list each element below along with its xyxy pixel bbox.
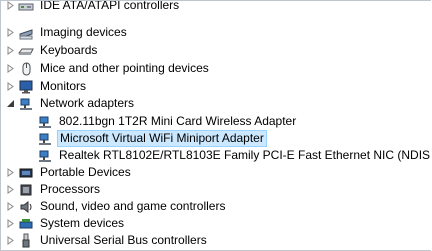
- expand-arrow-icon[interactable]: [6, 64, 15, 73]
- expand-arrow-icon[interactable]: [6, 219, 15, 228]
- tree-item-label: Portable Devices: [40, 165, 131, 179]
- tree-item-label: 802.11bgn 1T2R Mini Card Wireless Adapte…: [59, 114, 297, 128]
- expand-arrow-icon[interactable]: [6, 202, 15, 211]
- tree-item-processors[interactable]: Processors: [7, 181, 102, 198]
- tree-item-realtek-nic[interactable]: Realtek RTL8102E/RTL8103E Family PCI-E F…: [37, 147, 431, 164]
- network-adapter-icon: [18, 96, 34, 112]
- tree-item-ide-controllers[interactable]: IDE ATA/ATAPI controllers: [7, 0, 181, 14]
- tree-item-label: Mice and other pointing devices: [40, 61, 209, 75]
- tree-item-keyboards[interactable]: Keyboards: [7, 42, 99, 59]
- tree-item-system-devices[interactable]: System devices: [7, 215, 126, 232]
- tree-item-label: System devices: [40, 216, 125, 230]
- tree-item-label: Imaging devices: [40, 25, 127, 39]
- tree-item-label: Network adapters: [40, 96, 135, 110]
- processor-icon: [18, 182, 34, 198]
- tree-item-sound-video-game[interactable]: Sound, video and game controllers: [7, 198, 227, 215]
- usb-icon: [18, 233, 34, 249]
- tree-item-label: Keyboards: [40, 43, 98, 57]
- tree-item-portable-devices[interactable]: Portable Devices: [7, 164, 133, 181]
- tree-item-label: Sound, video and game controllers: [40, 199, 226, 213]
- network-adapter-icon: [37, 114, 53, 130]
- expand-arrow-icon[interactable]: [6, 82, 15, 91]
- expand-arrow-icon[interactable]: [6, 1, 15, 10]
- monitor-icon: [18, 79, 34, 95]
- network-adapter-icon: [37, 131, 53, 147]
- tree-item-label: IDE ATA/ATAPI controllers: [40, 0, 180, 12]
- keyboard-icon: [18, 43, 34, 59]
- tree-item-usb-controllers[interactable]: Universal Serial Bus controllers: [7, 232, 209, 249]
- collapse-arrow-icon[interactable]: [6, 99, 15, 108]
- device-manager-tree-panel: IDE ATA/ATAPI controllers Imaging device…: [0, 0, 431, 251]
- tree-item-virtual-wifi-adapter[interactable]: Microsoft Virtual WiFi Miniport Adapter: [37, 130, 267, 147]
- speaker-icon: [18, 199, 34, 215]
- network-adapter-icon: [37, 148, 53, 164]
- expand-arrow-icon[interactable]: [6, 185, 15, 194]
- tree-item-imaging-devices[interactable]: Imaging devices: [7, 24, 129, 41]
- tree-item-label: Realtek RTL8102E/RTL8103E Family PCI-E F…: [59, 148, 431, 162]
- scanner-icon: [18, 25, 34, 41]
- tree-item-wireless-adapter[interactable]: 802.11bgn 1T2R Mini Card Wireless Adapte…: [37, 113, 298, 130]
- expand-arrow-icon[interactable]: [6, 28, 15, 37]
- tree-item-network-adapters[interactable]: Network adapters: [7, 95, 136, 112]
- tree-item-label: Universal Serial Bus controllers: [40, 233, 207, 247]
- expand-arrow-icon[interactable]: [6, 168, 15, 177]
- mouse-icon: [18, 61, 34, 77]
- tree-item-label: Microsoft Virtual WiFi Miniport Adapter: [57, 130, 267, 147]
- tree-item-label: Monitors: [40, 79, 87, 93]
- system-devices-icon: [18, 216, 34, 232]
- expand-arrow-icon[interactable]: [6, 236, 15, 245]
- tree-item-mice[interactable]: Mice and other pointing devices: [7, 60, 211, 77]
- tree-item-label: Processors: [40, 182, 101, 196]
- portable-device-icon: [18, 165, 34, 181]
- tree-item-monitors[interactable]: Monitors: [7, 78, 88, 95]
- ide-controller-icon: [18, 1, 34, 14]
- expand-arrow-icon[interactable]: [6, 46, 15, 55]
